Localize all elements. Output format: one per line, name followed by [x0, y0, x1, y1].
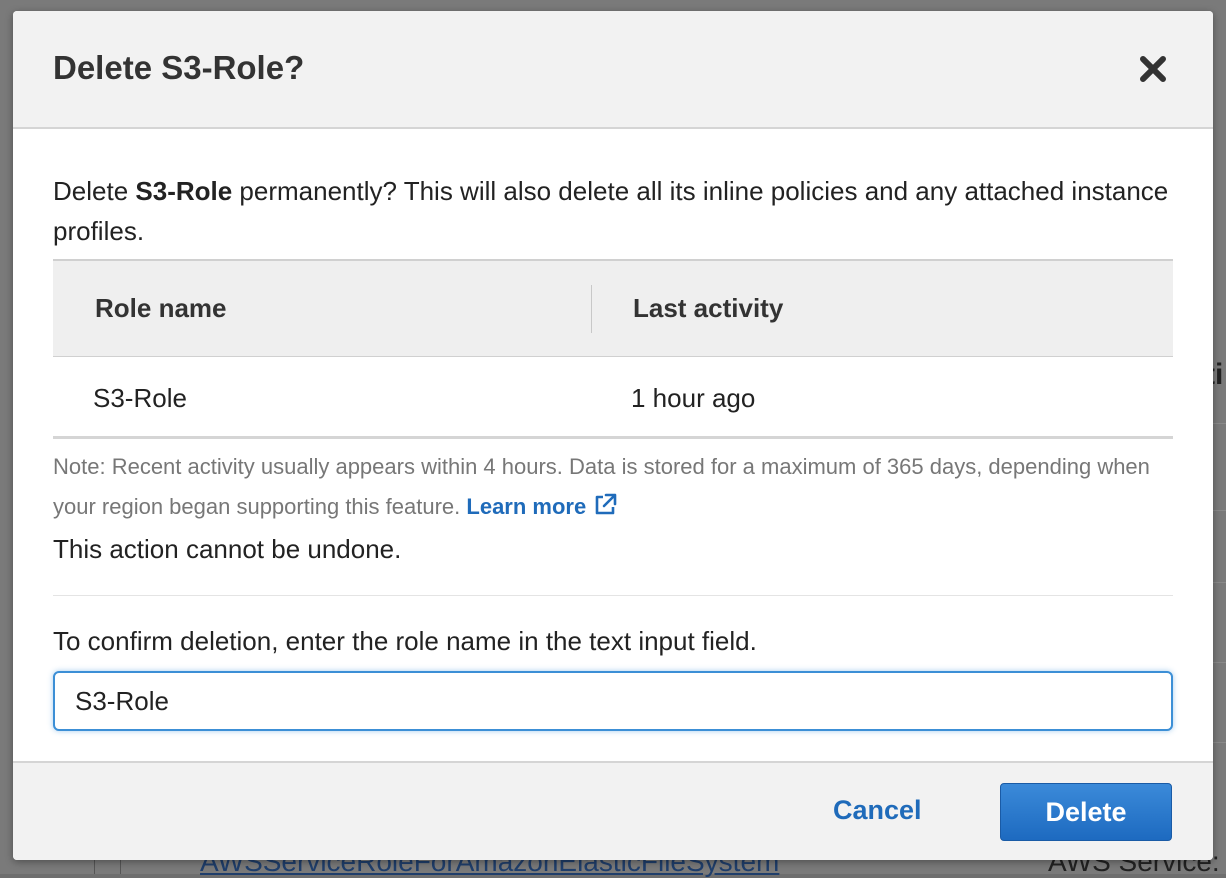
delete-role-dialog: Delete S3-Role? Delete S3-Role permanent…	[13, 11, 1213, 860]
close-button[interactable]	[1135, 51, 1171, 87]
column-separator	[591, 285, 592, 333]
intro-prefix: Delete	[53, 176, 136, 206]
intro-role-name: S3-Role	[135, 176, 233, 206]
close-icon	[1140, 56, 1166, 82]
dialog-footer: Cancel Delete	[13, 761, 1213, 860]
cancel-button[interactable]: Cancel	[833, 795, 922, 826]
column-header-last-activity: Last activity	[633, 293, 784, 323]
activity-note: Note: Recent activity usually appears wi…	[53, 447, 1173, 527]
dialog-title: Delete S3-Role?	[53, 49, 305, 86]
delete-button[interactable]: Delete	[1000, 783, 1172, 841]
role-table: Role name Last activity S3-Role 1 hour a…	[53, 259, 1173, 439]
external-link-icon	[595, 493, 617, 515]
cell-last-activity: 1 hour ago	[631, 383, 756, 413]
cell-role-name: S3-Role	[93, 383, 187, 413]
dialog-header: Delete S3-Role?	[13, 11, 1213, 129]
learn-more-label: Learn more	[466, 494, 587, 519]
column-header-role-name: Role name	[95, 293, 227, 323]
section-divider	[53, 595, 1173, 596]
learn-more-link[interactable]: Learn more	[466, 493, 618, 519]
confirm-role-name-input[interactable]	[53, 671, 1173, 731]
table-header: Role name Last activity	[53, 259, 1173, 357]
table-row: S3-Role 1 hour ago	[53, 357, 1173, 439]
intro-text: Delete S3-Role permanently? This will al…	[53, 171, 1173, 251]
undone-warning: This action cannot be undone.	[53, 534, 402, 564]
confirm-label: To confirm deletion, enter the role name…	[53, 626, 757, 656]
